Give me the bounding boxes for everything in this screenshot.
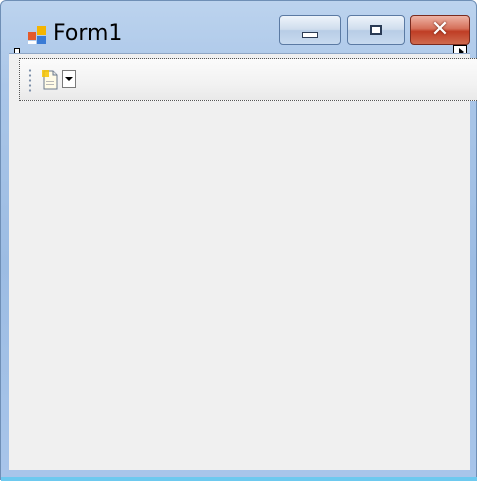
chevron-down-icon <box>65 77 73 81</box>
new-document-icon[interactable] <box>42 70 60 90</box>
form-app-icon <box>27 25 47 45</box>
form-client-area[interactable] <box>9 53 477 470</box>
dropdown-button[interactable] <box>62 70 76 88</box>
form-window: Form1 ✕ <box>0 0 477 481</box>
minimize-button[interactable] <box>279 15 341 45</box>
close-icon: ✕ <box>430 17 450 42</box>
grip-icon[interactable] <box>28 68 32 92</box>
toolstrip[interactable] <box>19 58 477 101</box>
maximize-icon <box>370 25 382 35</box>
minimize-icon <box>302 32 318 38</box>
window-bottom-accent <box>1 477 477 481</box>
maximize-button[interactable] <box>347 15 405 45</box>
close-button[interactable]: ✕ <box>410 15 470 45</box>
title-bar[interactable]: Form1 ✕ <box>1 1 476 53</box>
window-title: Form1 <box>53 21 123 46</box>
